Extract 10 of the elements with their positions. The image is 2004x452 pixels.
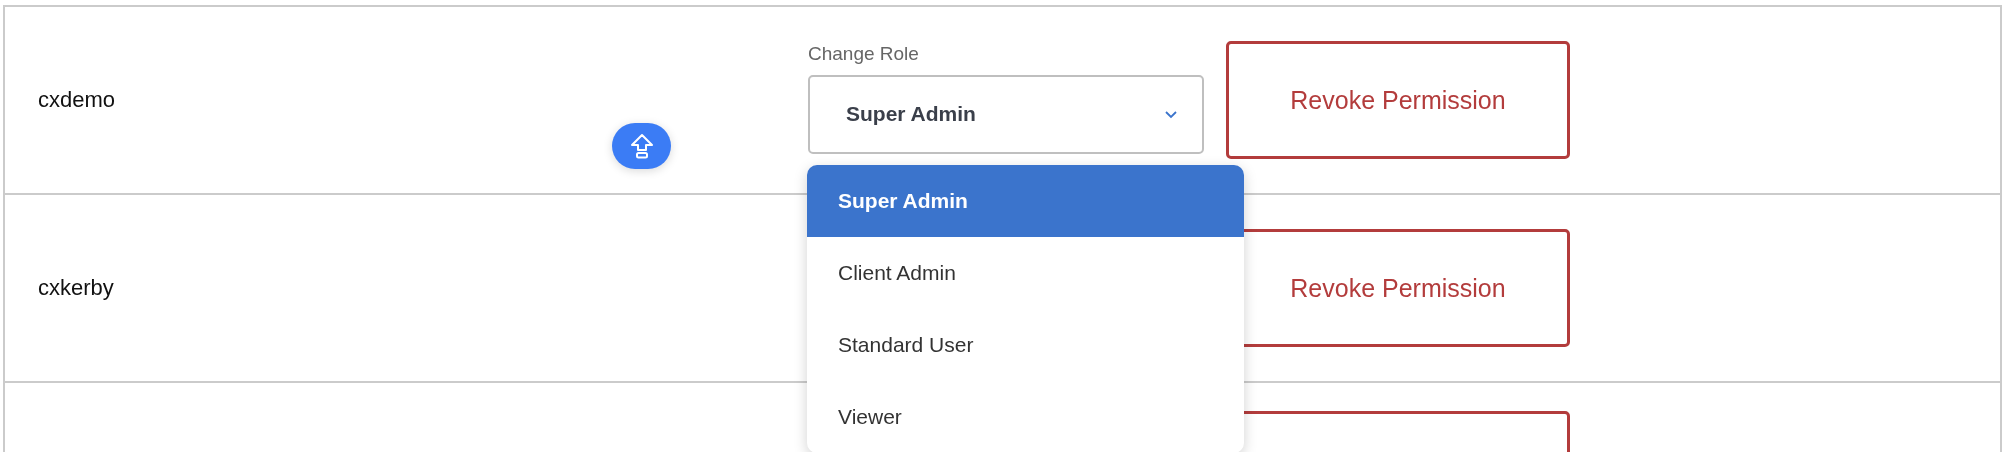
scroll-up-button[interactable] (612, 123, 671, 169)
revoke-button[interactable]: Revoke Permission (1226, 41, 1570, 159)
role-option[interactable]: Super Admin (807, 165, 1244, 237)
username: cxkerby (38, 275, 114, 300)
role-select[interactable]: Super Admin (808, 74, 1204, 154)
field-label: Change Role (808, 42, 920, 65)
arrow-up-icon (629, 133, 654, 159)
chevron-down-icon (1164, 109, 1178, 119)
username: cxdemo (38, 87, 116, 112)
role-option[interactable]: Viewer (807, 381, 1244, 452)
